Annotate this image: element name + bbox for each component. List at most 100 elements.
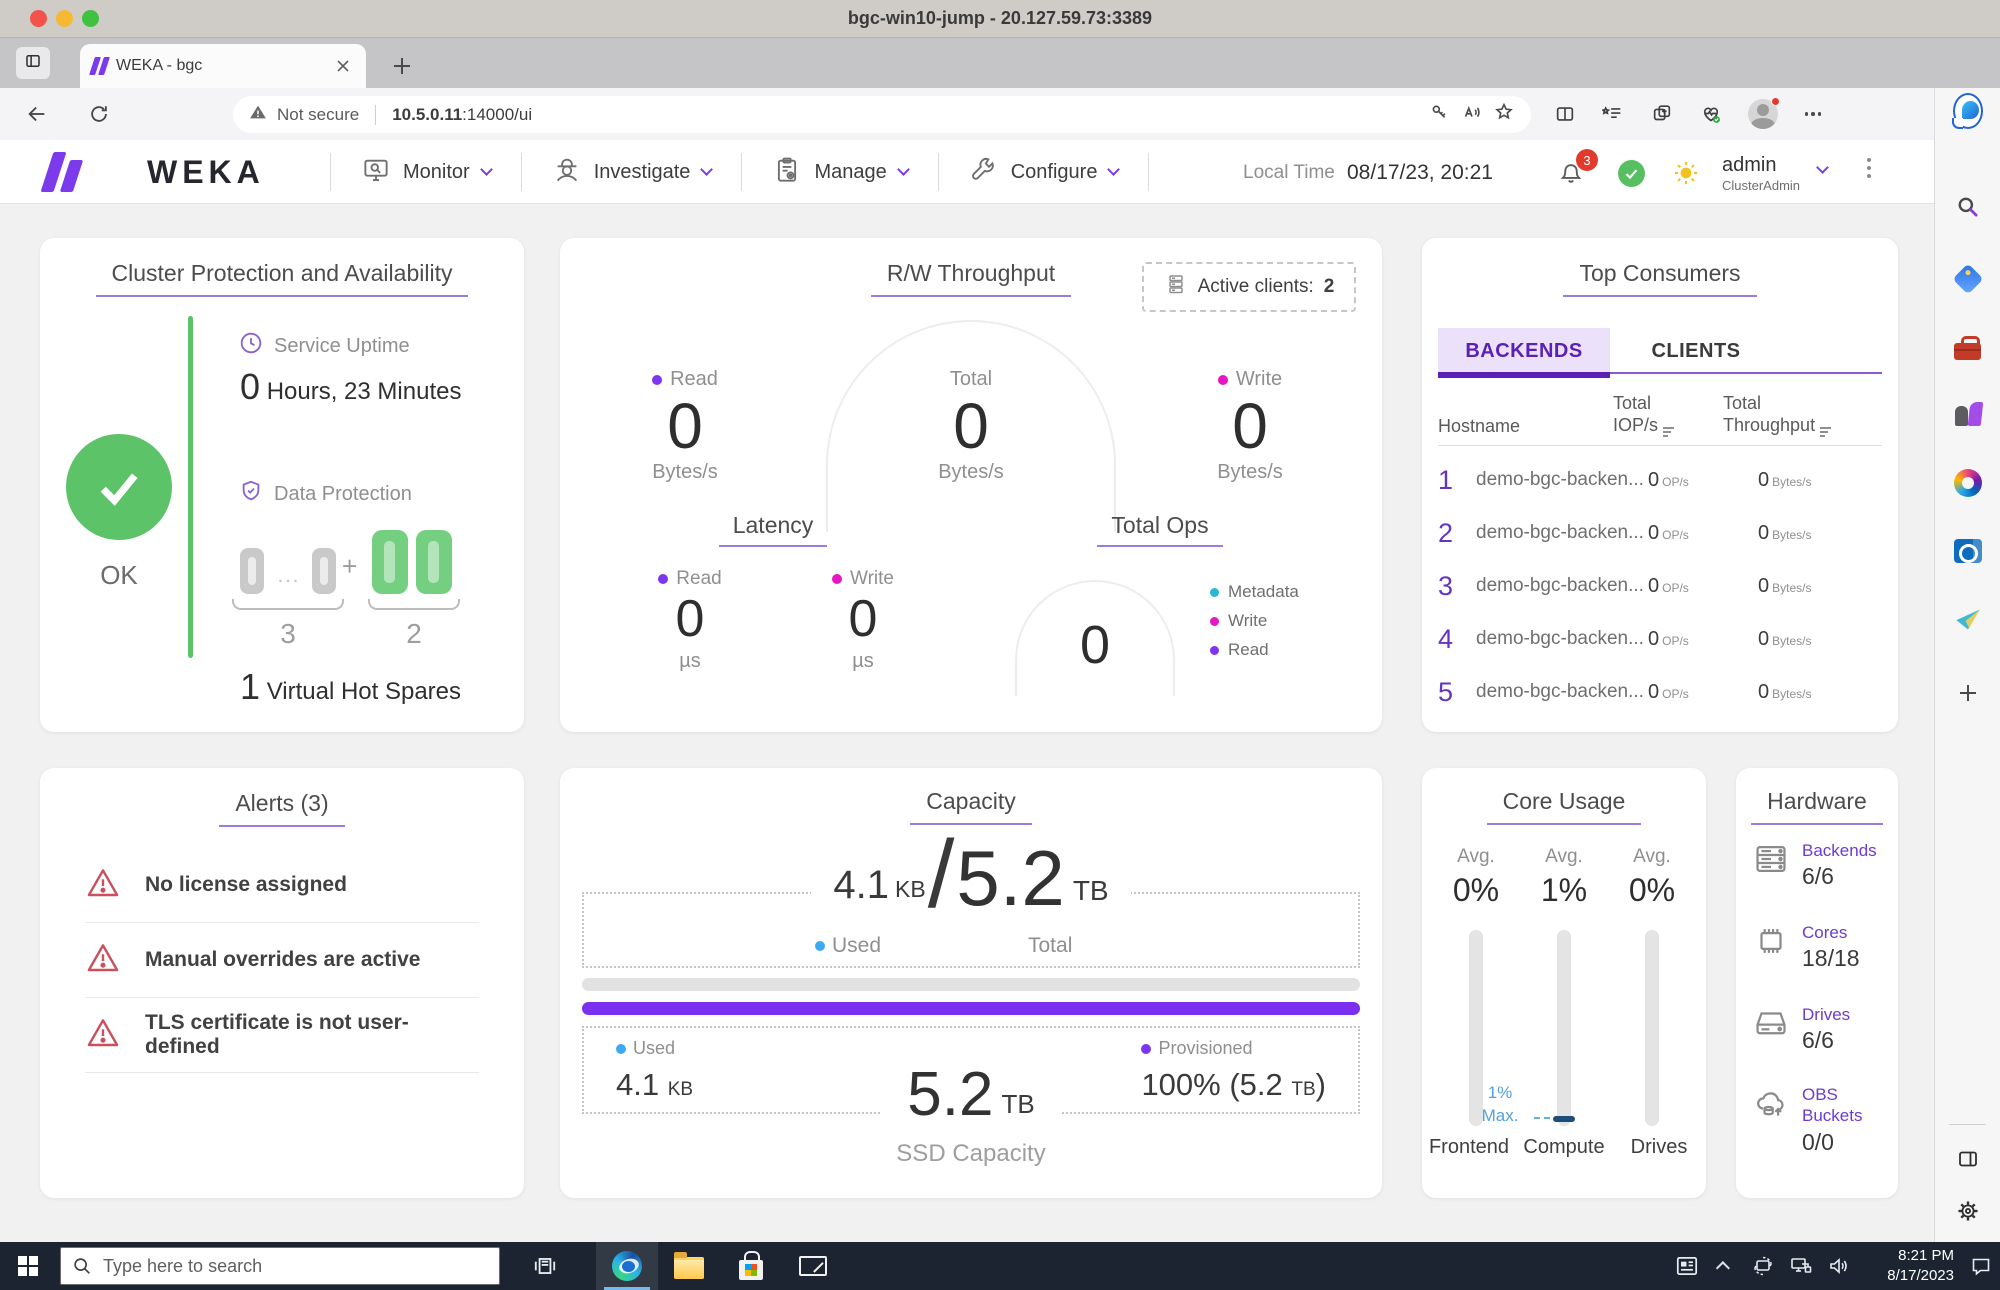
profile-button[interactable] [1748,97,1780,129]
nav-configure[interactable]: Configure [939,155,1149,190]
nav-configure-label: Configure [1010,160,1098,183]
row-index: 5 [1438,676,1454,707]
taskbar-mail-button[interactable] [782,1242,844,1290]
uptime-text: Hours, 23 Minutes [266,378,462,405]
capacity-used-unit: KB [895,875,926,902]
data-protection-diagram: ... + 3 2 [232,524,500,649]
user-chevron-icon[interactable] [1816,161,1829,174]
browser-essentials-icon[interactable] [1698,101,1724,127]
tools-icon[interactable] [1953,332,1983,362]
header-kebab-menu[interactable] [1864,158,1874,178]
taskbar-search[interactable] [60,1247,500,1285]
col-hostname[interactable]: Hostname [1438,415,1613,438]
windows-taskbar: 8:21 PM 8/17/2023 [0,1242,2000,1290]
gear-icon[interactable] [1953,1196,1983,1226]
back-button[interactable] [24,101,50,127]
task-view-button[interactable] [514,1242,576,1290]
search-icon[interactable] [1953,192,1983,222]
filter-icon[interactable] [1820,427,1832,437]
top-consumers-title: Top Consumers [1563,260,1757,297]
user-menu[interactable]: admin ClusterAdmin [1722,154,1800,193]
new-tab-button[interactable] [388,52,416,80]
row-iops: 0 [1648,468,1660,491]
split-screen-icon[interactable] [1552,101,1578,127]
hardware-item-value: 6/6 [1802,863,1834,890]
consumer-row[interactable]: 2 demo-bgc-backen... 0 OP/s 0 Bytes/s [1438,507,1882,559]
password-key-icon[interactable] [1429,101,1451,128]
cloud-upload-icon [1752,1084,1790,1156]
consumer-row[interactable]: 1 demo-bgc-backen... 0 OP/s 0 Bytes/s [1438,454,1882,506]
taskbar-edge-button[interactable] [596,1242,658,1290]
nav-investigate[interactable]: Investigate [522,155,742,190]
hardware-cores[interactable]: Cores 18/18 [1752,922,1860,972]
consumer-row[interactable]: 5 demo-bgc-backen... 0 OP/s 0 Bytes/s [1438,666,1882,718]
volume-icon[interactable] [1820,1242,1858,1290]
screenshot-icon[interactable] [1649,101,1675,127]
warning-triangle-icon [85,1015,121,1056]
games-icon[interactable] [1953,400,1983,430]
microsoft-365-icon[interactable] [1953,468,1983,498]
col-total-iops[interactable]: Total IOP/s [1613,392,1723,437]
tab-clients[interactable]: CLIENTS [1610,328,1782,374]
network-icon[interactable] [1782,1242,1820,1290]
weka-logo-icon[interactable] [40,152,84,192]
hardware-drives[interactable]: Drives 6/6 [1752,1004,1850,1054]
widgets-news-icon[interactable] [1668,1242,1706,1290]
cluster-protection-panel: Cluster Protection and Availability OK S… [40,238,524,732]
row-throughput: 0 [1758,627,1770,650]
tab-backends[interactable]: BACKENDS [1438,328,1610,378]
notifications-badge: 3 [1576,149,1598,171]
active-clients-box[interactable]: Active clients: 2 [1142,262,1356,312]
cluster-status-badge[interactable] [1618,160,1645,187]
read-aloud-icon[interactable] [1461,101,1483,128]
tab-close-icon[interactable] [332,55,354,77]
hidden-icons-chevron[interactable] [1706,1242,1744,1290]
rdp-connection-icon[interactable] [1744,1242,1782,1290]
row-hostname: demo-bgc-backen... [1476,575,1644,596]
sidebar-panel-icon[interactable] [1953,1144,1983,1174]
taskbar-search-input[interactable] [60,1247,500,1285]
copilot-icon[interactable] [1951,93,1983,129]
address-bar[interactable]: Not secure 10.5.0.11:14000/ui [233,96,1531,133]
capacity-total-label: Total [1028,934,1073,957]
consumer-row[interactable]: 4 demo-bgc-backen... 0 OP/s 0 Bytes/s [1438,613,1882,665]
nav-monitor[interactable]: Monitor [331,155,521,190]
collections-icon[interactable] [1600,101,1626,127]
workspaces-button[interactable] [16,47,50,79]
compute-max-label: 1% Max. [1481,1083,1519,1125]
browser-tab[interactable]: WEKA - bgc [80,44,366,88]
col-total-throughput[interactable]: Total Throughput [1723,392,1882,437]
nav-manage[interactable]: Manage [742,155,937,190]
start-button[interactable] [0,1242,56,1290]
url-text[interactable]: 10.5.0.11:14000/ui [392,105,532,125]
user-name: admin [1722,154,1777,176]
avg-label: Avg. [1457,846,1495,867]
avg-label: Avg. [1545,846,1583,867]
action-center-icon[interactable] [1962,1242,2000,1290]
hardware-backends[interactable]: Backends 6/6 [1752,840,1877,890]
refresh-button[interactable] [86,101,112,127]
taskbar-clock[interactable]: 8:21 PM 8/17/2023 [1862,1246,1954,1287]
drop-icon[interactable] [1953,604,1983,634]
security-label[interactable]: Not secure [277,105,359,125]
taskbar-explorer-button[interactable] [658,1242,720,1290]
consumer-row[interactable]: 3 demo-bgc-backen... 0 OP/s 0 Bytes/s [1438,560,1882,612]
chevron-down-icon [479,163,493,176]
add-sidebar-item-icon[interactable] [1953,678,1983,708]
favorite-star-icon[interactable] [1493,101,1515,128]
brand-name[interactable]: WEKA [147,154,265,191]
settings-menu-button[interactable] [1800,101,1826,127]
theme-toggle[interactable] [1672,159,1700,187]
drive-dots: ... [277,565,301,587]
shopping-icon[interactable] [1951,263,1984,295]
taskbar-store-button[interactable] [720,1242,782,1290]
filter-icon[interactable] [1663,427,1675,437]
active-clients-value: 2 [1323,276,1335,297]
core-usage-panel: Core Usage Avg. 0% Avg. 1% Avg. 0% 1% Max. F… [1422,768,1706,1198]
search-icon [71,1255,93,1282]
drives-label: Drives [1630,1136,1688,1158]
outlook-icon[interactable] [1953,536,1983,566]
data-drives-count: 3 [280,618,296,649]
notifications-button[interactable]: 3 [1556,149,1598,188]
hardware-obs-buckets[interactable]: OBS Buckets 0/0 [1752,1084,1886,1156]
